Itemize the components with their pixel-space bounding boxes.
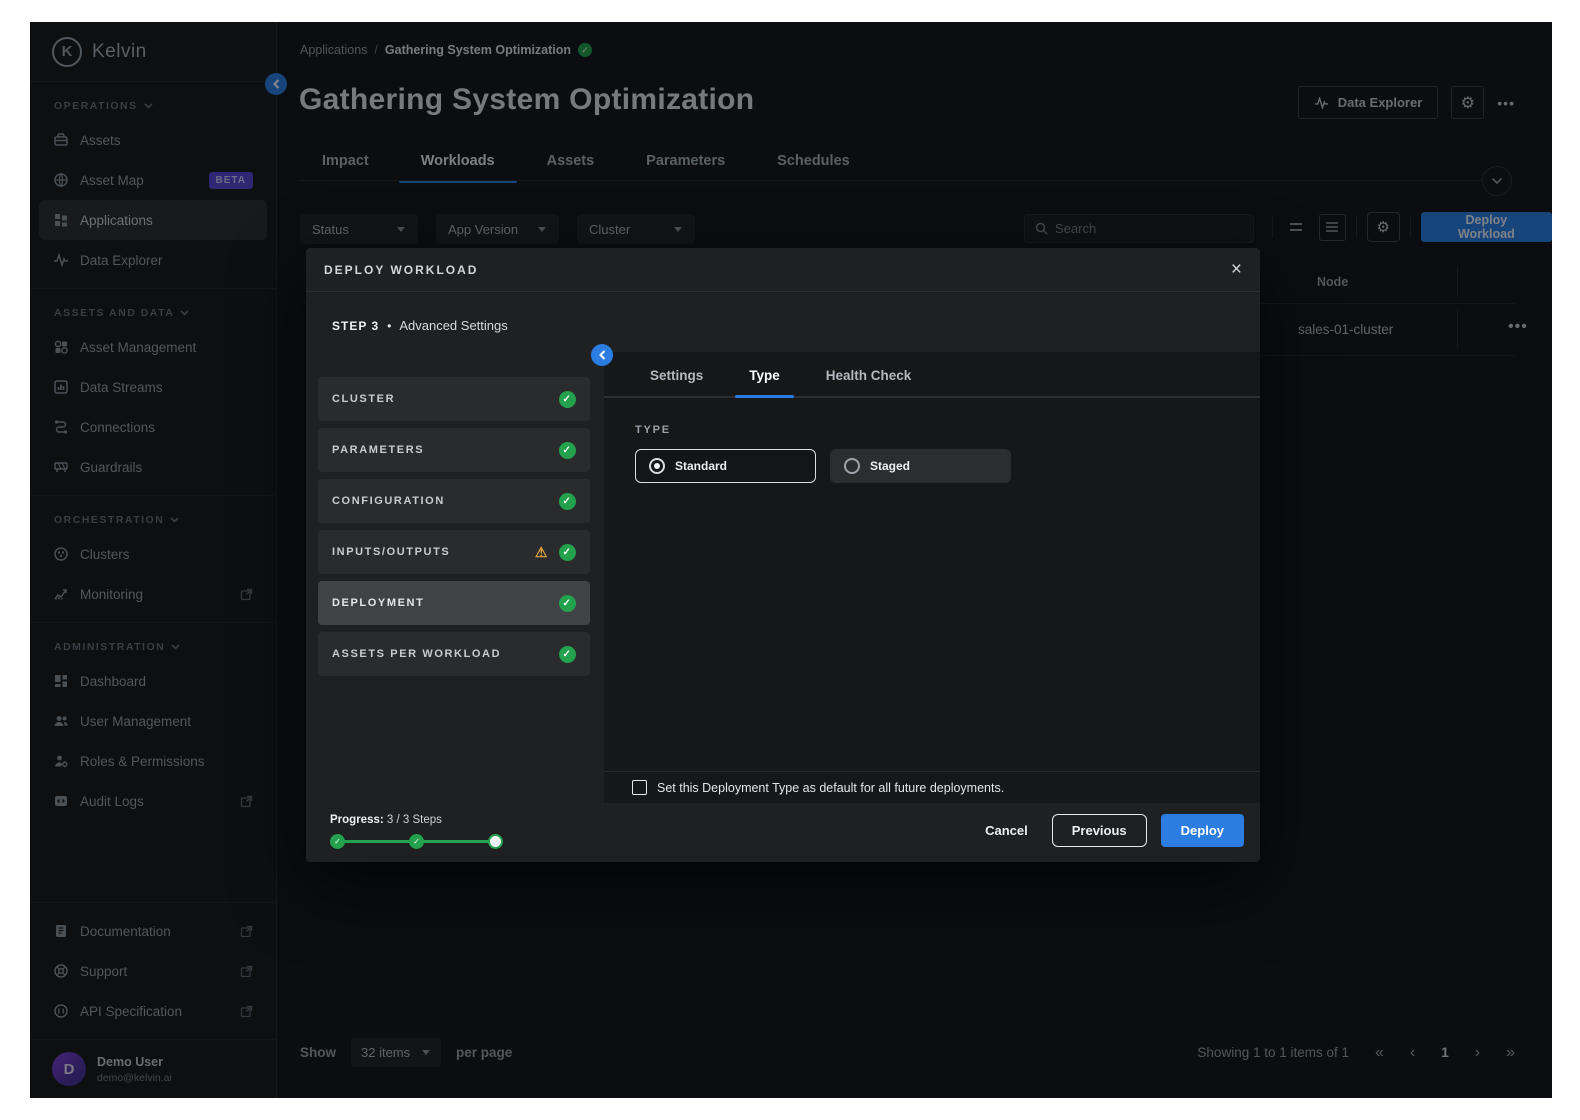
nav-card-configuration[interactable]: CONFIGURATION ✓ [318, 479, 590, 523]
type-option-staged[interactable]: Staged [830, 449, 1011, 483]
previous-button[interactable]: Previous [1052, 814, 1147, 847]
nav-card-assets-per-workload[interactable]: ASSETS PER WORKLOAD ✓ [318, 632, 590, 676]
deploy-workload-modal: DEPLOY WORKLOAD × STEP 3 • Advanced Sett… [306, 248, 1260, 862]
modal-step-nav: CLUSTER ✓ PARAMETERS ✓ CONFIGURATION ✓ I… [318, 377, 590, 676]
radio-unselected-icon [844, 458, 860, 474]
step-name: Advanced Settings [399, 318, 507, 333]
chevron-left-icon [599, 350, 606, 360]
modal-title: DEPLOY WORKLOAD [324, 263, 478, 277]
nav-card-label: DEPLOYMENT [332, 597, 424, 609]
page: K Kelvin OPERATIONS Assets Asset Map BET… [0, 0, 1580, 1120]
step-bullet: • [387, 319, 391, 333]
nav-card-label: CONFIGURATION [332, 495, 445, 507]
modal-actions: Cancel Previous Deploy [975, 814, 1244, 847]
modal-header: DEPLOY WORKLOAD × [306, 248, 1260, 292]
type-option-label: Standard [675, 459, 727, 473]
check-circle-icon: ✓ [559, 391, 576, 408]
type-option-label: Staged [870, 459, 910, 473]
cancel-button[interactable]: Cancel [975, 823, 1038, 838]
nav-card-cluster[interactable]: CLUSTER ✓ [318, 377, 590, 421]
progress-steps: ✓ ✓ [330, 834, 503, 849]
nav-card-label: PARAMETERS [332, 444, 424, 456]
app-window: K Kelvin OPERATIONS Assets Asset Map BET… [30, 22, 1552, 1098]
panel-back-button[interactable] [591, 344, 613, 366]
type-options: Standard Staged [635, 449, 1260, 483]
deployment-panel: Settings Type Health Check TYPE Standard… [604, 352, 1260, 803]
default-deployment-row: Set this Deployment Type as default for … [604, 771, 1260, 803]
step-done-icon: ✓ [409, 834, 424, 849]
default-deployment-label: Set this Deployment Type as default for … [657, 781, 1004, 795]
progress-label: Progress: [330, 814, 384, 826]
progress-text: Progress: 3 / 3 Steps [330, 814, 503, 826]
tab-type[interactable]: Type [749, 368, 780, 396]
tab-health-check[interactable]: Health Check [826, 368, 912, 396]
tab-settings[interactable]: Settings [650, 368, 703, 396]
check-circle-icon: ✓ [559, 544, 576, 561]
nav-card-deployment[interactable]: DEPLOYMENT ✓ [318, 581, 590, 625]
panel-tabs: Settings Type Health Check [604, 352, 1260, 398]
type-section: TYPE Standard Staged [604, 398, 1260, 483]
check-circle-icon: ✓ [559, 646, 576, 663]
type-option-standard[interactable]: Standard [635, 449, 816, 483]
deploy-button[interactable]: Deploy [1161, 814, 1244, 847]
warning-icon: ⚠ [535, 544, 549, 561]
nav-card-inputs-outputs[interactable]: INPUTS/OUTPUTS ⚠ ✓ [318, 530, 590, 574]
step-heading: STEP 3 • Advanced Settings [332, 318, 508, 333]
check-circle-icon: ✓ [559, 595, 576, 612]
check-circle-icon: ✓ [559, 442, 576, 459]
step-current-icon [488, 834, 503, 849]
step-number: STEP 3 [332, 319, 379, 333]
progress-value: 3 / 3 Steps [387, 814, 442, 826]
radio-selected-icon [649, 458, 665, 474]
nav-card-label: INPUTS/OUTPUTS [332, 546, 450, 558]
default-deployment-checkbox[interactable] [632, 780, 647, 795]
type-heading: TYPE [635, 424, 1260, 436]
close-icon[interactable]: × [1231, 260, 1242, 279]
nav-card-parameters[interactable]: PARAMETERS ✓ [318, 428, 590, 472]
progress-block: Progress: 3 / 3 Steps ✓ ✓ [330, 814, 503, 849]
step-done-icon: ✓ [330, 834, 345, 849]
nav-card-label: CLUSTER [332, 393, 395, 405]
nav-card-label: ASSETS PER WORKLOAD [332, 648, 501, 660]
check-circle-icon: ✓ [559, 493, 576, 510]
